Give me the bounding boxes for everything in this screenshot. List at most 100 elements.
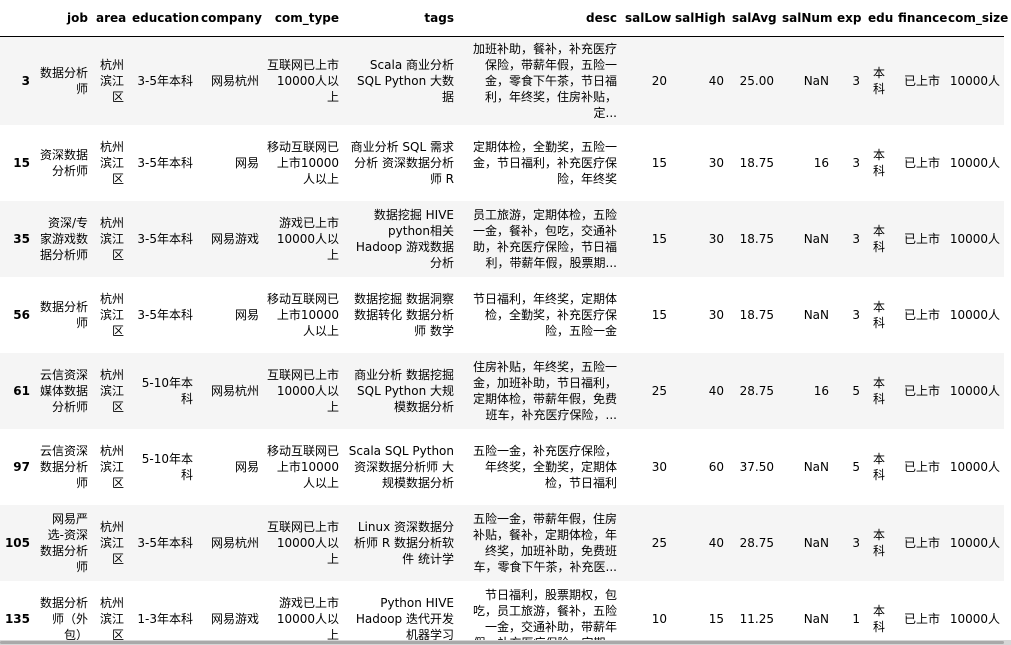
cell-company: 网易杭州 (210, 74, 259, 88)
table-row: 135 数据分析师（外包） 杭州滨江区 1-3年本科 网易游戏 游戏已上市10000人以上… (0, 581, 1004, 640)
cell-desc: 加班补助，餐补，补充医疗保险，带薪年假，五险一金，零食下午茶，节日福利，年终奖，… (458, 37, 621, 126)
cell-finance: 已上市 (903, 536, 940, 550)
cell-education: 3-5年本科 (137, 308, 193, 322)
cell-desc: 定期体检，全勤奖，五险一金，节日福利，补充医疗保险，年终奖 (458, 125, 621, 201)
column-header-tags: tags (343, 0, 458, 37)
cell-finance: 已上市 (903, 384, 940, 398)
cell-text: Python HIVE Hadoop 迭代开发 机器学习 (355, 596, 454, 640)
table-header: job area education company com_type tags desc s… (0, 0, 1008, 37)
table-row: 3 数据分析师 杭州滨江区 3-5年本科 网易杭州 互联网已上市10000人以上 Scala… (0, 36, 1004, 126)
cell-edu: 本科 (872, 148, 885, 178)
cell-desc: 节日福利，股票期权，包吃，员工旅游，餐补，五险一金，交通补助，带薪年假，补充医疗… (458, 581, 621, 640)
cell-text: 云信资深媒体数据分析师 (39, 368, 88, 414)
cell-com-size: 10000人 (949, 384, 1000, 398)
cell-education: 3-5年本科 (137, 156, 193, 170)
cell-education: 3-5年本科 (137, 74, 193, 88)
cell-tags: 数据挖掘 HIVE python相关 Hadoop 游戏数据分析 (343, 201, 458, 277)
table-body: 3 数据分析师 杭州滨江区 3-5年本科 网易杭州 互联网已上市10000人以上 Scala… (0, 36, 1004, 640)
cell-com-size: 10000人 (949, 612, 1000, 626)
cell-text: 节日福利，年终奖，定期体检，全勤奖，补充医疗保险，五险一金 (472, 292, 617, 338)
cell-edu: 本科 (872, 604, 885, 634)
column-header-salnum: salNum (778, 0, 833, 37)
cell-text: 加班补助，餐补，补充医疗保险，带薪年假，五险一金，零食下午茶，节日福利，年终奖，… (472, 42, 617, 120)
table-row: 61 云信资深媒体数据分析师 杭州滨江区 5-10年本科 网易杭州 互联网已上市10000… (0, 353, 1004, 429)
cell-com-type: 移动互联网已上市10000人以上 (263, 125, 343, 201)
cell-job: 数据分析师 (34, 277, 92, 353)
cell-exp: 3 (852, 232, 860, 246)
scrollbar-thumb[interactable] (0, 641, 1004, 644)
cell-exp: 1 (852, 612, 860, 626)
cell-area: 杭州滨江区 (99, 58, 124, 104)
header-row: job area education company com_type tags desc s… (0, 0, 1008, 37)
cell-text: 互联网已上市10000人以上 (267, 58, 339, 104)
column-header-finance: finance (894, 0, 947, 37)
row-index: 3 (21, 74, 30, 88)
table-row: 105 网易严选-资深数据分析师 杭州滨江区 3-5年本科 网易杭州 互联网已上市1000… (0, 505, 1004, 581)
cell-finance: 已上市 (903, 460, 940, 474)
cell-salavg: 28.75 (739, 536, 774, 550)
row-index: 135 (4, 612, 30, 626)
cell-com-size: 10000人 (949, 460, 1000, 474)
cell-company: 网易杭州 (210, 384, 259, 398)
cell-text: Scala SQL Python 资深数据分析师 大规模数据分析 (348, 444, 454, 490)
cell-salavg: 25.00 (739, 74, 774, 88)
cell-salnum: NaN (803, 308, 829, 322)
column-header-edu: edu (864, 0, 894, 37)
cell-finance: 已上市 (903, 308, 940, 322)
cell-salnum: 16 (813, 384, 829, 398)
cell-com-size: 10000人 (949, 232, 1000, 246)
table-row: 97 云信资深数据分析师 杭州滨江区 5-10年本科 网易 移动互联网已上市10000人以… (0, 429, 1004, 505)
cell-text: 游戏已上市10000人以上 (276, 596, 339, 640)
cell-job: 数据分析师（外包） (34, 581, 92, 640)
cell-text: 数据分析师 (39, 66, 88, 96)
cell-salhigh: 40 (708, 384, 724, 398)
index-header (0, 0, 34, 37)
cell-tags: Scala 商业分析 SQL Python 大数据 (343, 37, 458, 126)
cell-tags: 数据挖掘 数据洞察 数据转化 数据分析师 数学 (343, 277, 458, 353)
cell-salhigh: 40 (708, 536, 724, 550)
cell-com-size: 10000人 (949, 74, 1000, 88)
cell-job: 资深/专家游戏数据分析师 (34, 201, 92, 277)
cell-exp: 3 (852, 74, 860, 88)
cell-text: 数据分析师（外包） (39, 596, 88, 640)
cell-edu: 本科 (872, 452, 885, 482)
cell-job: 云信资深媒体数据分析师 (34, 353, 92, 429)
cell-area: 杭州滨江区 (99, 216, 124, 262)
cell-text: 定期体检，全勤奖，五险一金，节日福利，补充医疗保险，年终奖 (472, 140, 617, 186)
cell-desc: 五险一金，补充医疗保险，年终奖，全勤奖，定期体检，节日福利 (458, 429, 621, 505)
table-row: 56 数据分析师 杭州滨江区 3-5年本科 网易 移动互联网已上市10000人以上 数据挖掘… (0, 277, 1004, 353)
cell-tags: Linux 资深数据分析师 R 数据分析软件 统计学 (343, 505, 458, 581)
cell-exp: 3 (852, 536, 860, 550)
cell-com-size: 10000人 (949, 308, 1000, 322)
cell-edu: 本科 (872, 376, 885, 406)
cell-area: 杭州滨江区 (99, 368, 124, 414)
cell-text: 数据分析师 (39, 300, 88, 330)
cell-sallow: 25 (651, 384, 667, 398)
column-header-job: job (34, 0, 92, 37)
column-header-salhigh: salHigh (671, 0, 728, 37)
horizontal-scrollbar[interactable] (0, 640, 1011, 645)
cell-text: 移动互联网已上市10000人以上 (267, 444, 339, 490)
cell-com-type: 移动互联网已上市10000人以上 (263, 429, 343, 505)
dataframe-viewport: job area education company com_type tags desc s… (0, 0, 1011, 640)
column-header-desc: desc (458, 0, 621, 37)
cell-education: 3-5年本科 (137, 536, 193, 550)
cell-salnum: NaN (803, 74, 829, 88)
row-index: 35 (13, 232, 30, 246)
cell-salavg: 11.25 (739, 612, 774, 626)
cell-salavg: 18.75 (739, 156, 774, 170)
cell-area: 杭州滨江区 (99, 596, 124, 640)
dataframe-table: job area education company com_type tags desc s… (0, 0, 1008, 640)
cell-com-type: 互联网已上市10000人以上 (263, 353, 343, 429)
cell-finance: 已上市 (903, 74, 940, 88)
cell-salavg: 37.50 (739, 460, 774, 474)
cell-text: 移动互联网已上市10000人以上 (267, 140, 339, 186)
cell-salhigh: 30 (708, 156, 724, 170)
table-row: 35 资深/专家游戏数据分析师 杭州滨江区 3-5年本科 网易游戏 游戏已上市10000人… (0, 201, 1004, 277)
row-index: 105 (4, 536, 30, 550)
cell-text: 商业分析 数据挖掘 SQL Python 大规模数据分析 (354, 368, 454, 414)
cell-text: 员工旅游，定期体检，五险一金，餐补，包吃，交通补助，补充医疗保险，节日福利，带薪… (472, 208, 617, 270)
cell-job: 数据分析师 (34, 37, 92, 126)
cell-com-type: 互联网已上市10000人以上 (263, 505, 343, 581)
cell-area: 杭州滨江区 (99, 140, 124, 186)
